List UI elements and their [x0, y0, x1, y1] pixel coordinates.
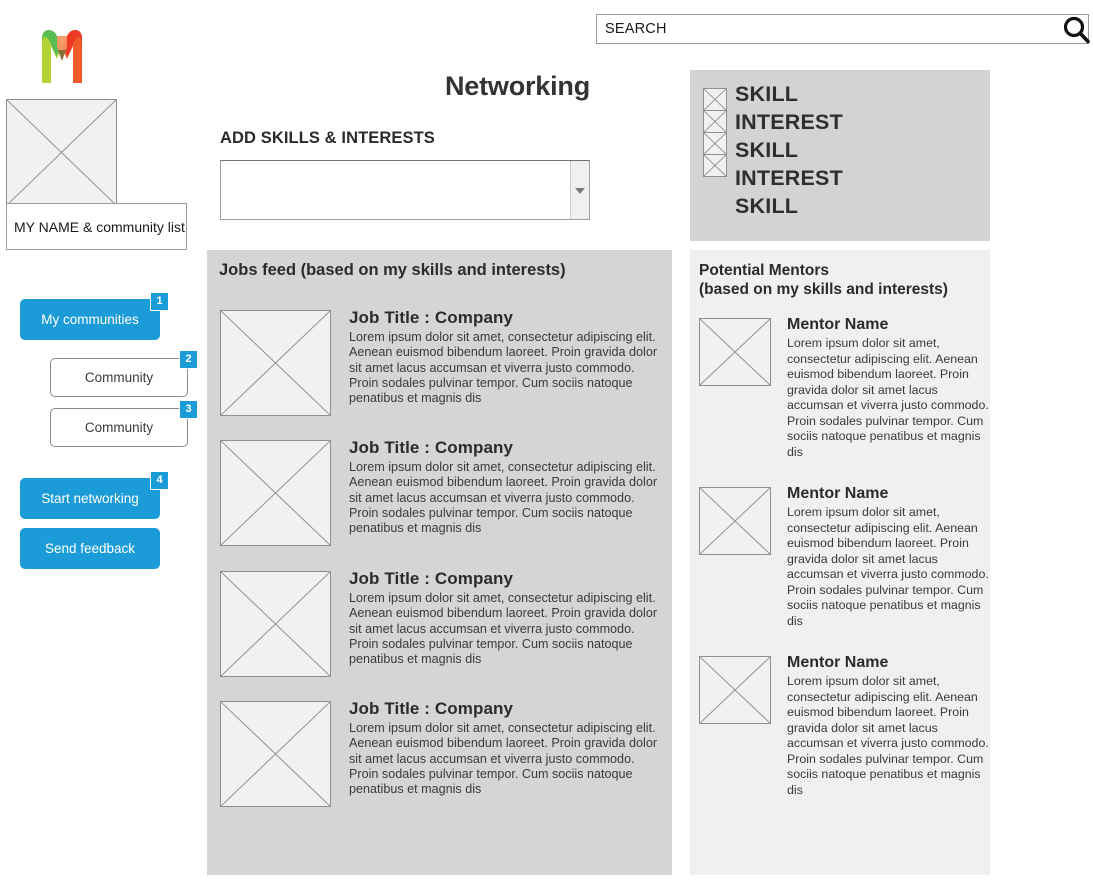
- mentor-thumbnail: [699, 318, 771, 386]
- job-title: Job Title : Company: [349, 699, 514, 718]
- search-icon[interactable]: [1060, 14, 1092, 44]
- job-title: Job Title : Company: [349, 308, 514, 327]
- skill-checkbox-group[interactable]: [703, 88, 727, 177]
- my-name-label: MY NAME & community list: [14, 219, 185, 235]
- jobs-feed-panel: Jobs feed (based on my skills and intere…: [207, 250, 672, 875]
- checkbox-x-icon[interactable]: [703, 132, 727, 155]
- mentor-name: Mentor Name: [787, 316, 889, 333]
- mentor-text: Mentor Name Lorem ipsum dolor sit amet, …: [787, 316, 989, 460]
- mentor-thumbnail: [699, 487, 771, 555]
- skill-list: SKILL INTEREST SKILL INTEREST SKILL: [735, 80, 843, 220]
- job-description: Lorem ipsum dolor sit amet, consectetur …: [349, 460, 658, 536]
- my-name-community-list: MY NAME & community list: [6, 203, 187, 250]
- job-description: Lorem ipsum dolor sit amet, consectetur …: [349, 721, 658, 797]
- checkbox-x-icon[interactable]: [703, 88, 727, 111]
- mentor-description: Lorem ipsum dolor sit amet, consectetur …: [787, 505, 989, 628]
- mentor-name: Mentor Name: [787, 485, 889, 502]
- mentor-thumbnail: [699, 656, 771, 724]
- image-placeholder-icon: [221, 572, 330, 676]
- skill-item: INTEREST: [735, 110, 843, 134]
- skill-item: SKILL: [735, 82, 799, 106]
- image-placeholder-icon: [221, 702, 330, 806]
- checkbox-x-icon[interactable]: [703, 154, 727, 177]
- mentors-title-line1: Potential Mentors: [699, 262, 830, 279]
- mentors-title-line2: (based on my skills and interests): [699, 281, 948, 298]
- skill-item: SKILL: [735, 194, 799, 218]
- job-thumbnail: [220, 310, 331, 416]
- job-description: Lorem ipsum dolor sit amet, consectetur …: [349, 591, 658, 667]
- image-placeholder-icon: [221, 441, 330, 545]
- start-networking-label: Start networking: [41, 491, 139, 506]
- job-text: Job Title : Company Lorem ipsum dolor si…: [349, 308, 661, 406]
- job-title: Job Title : Company: [349, 569, 514, 588]
- community-label-1: Community: [84, 370, 154, 385]
- image-placeholder-icon: [700, 657, 770, 723]
- job-text: Job Title : Company Lorem ipsum dolor si…: [349, 569, 661, 667]
- mentor-description: Lorem ipsum dolor sit amet, consectetur …: [787, 674, 989, 797]
- search-input-value: SEARCH: [605, 21, 667, 37]
- page-title: Networking: [445, 71, 591, 101]
- mentor-text: Mentor Name Lorem ipsum dolor sit amet, …: [787, 654, 989, 798]
- my-communities-label: My communities: [41, 312, 139, 327]
- add-skills-select[interactable]: [220, 160, 590, 220]
- send-feedback-button[interactable]: Send feedback: [20, 528, 160, 569]
- potential-mentors-panel: Potential Mentors (based on my skills an…: [690, 250, 990, 875]
- image-placeholder-icon: [700, 488, 770, 554]
- my-communities-button[interactable]: My communities: [20, 299, 160, 340]
- community-button-2[interactable]: Community: [50, 408, 188, 447]
- badge-4: 4: [150, 471, 169, 490]
- mentor-name: Mentor Name: [787, 654, 889, 671]
- send-feedback-label: Send feedback: [44, 541, 136, 556]
- skill-item: SKILL: [735, 138, 799, 162]
- job-thumbnail: [220, 571, 331, 677]
- image-placeholder-icon: [221, 311, 330, 415]
- image-placeholder-icon: [700, 319, 770, 385]
- badge-1: 1: [150, 292, 169, 311]
- chevron-down-icon[interactable]: [575, 188, 585, 194]
- community-label-2: Community: [84, 420, 154, 435]
- start-networking-button[interactable]: Start networking: [20, 478, 160, 519]
- selected-skills-panel: SKILL INTEREST SKILL INTEREST SKILL: [690, 70, 990, 241]
- networking-wireframe-page: SEARCH MY NAME & community list My commu…: [0, 0, 1093, 880]
- job-thumbnail: [220, 440, 331, 546]
- mentors-title: Potential Mentors (based on my skills an…: [699, 261, 948, 299]
- job-text: Job Title : Company Lorem ipsum dolor si…: [349, 438, 661, 536]
- community-button-1[interactable]: Community: [50, 358, 188, 397]
- job-title: Job Title : Company: [349, 438, 514, 457]
- badge-3: 3: [179, 400, 198, 419]
- skill-item: INTEREST: [735, 166, 843, 190]
- image-placeholder-icon: [7, 100, 116, 205]
- mentor-description: Lorem ipsum dolor sit amet, consectetur …: [787, 336, 989, 459]
- checkbox-x-icon[interactable]: [703, 110, 727, 133]
- job-thumbnail: [220, 701, 331, 807]
- jobs-feed-title: Jobs feed (based on my skills and intere…: [219, 261, 566, 279]
- search-bar[interactable]: SEARCH: [596, 14, 1093, 44]
- job-description: Lorem ipsum dolor sit amet, consectetur …: [349, 330, 658, 406]
- search-input[interactable]: SEARCH: [596, 14, 1089, 44]
- job-text: Job Title : Company Lorem ipsum dolor si…: [349, 699, 661, 797]
- m-logo-icon: [42, 30, 82, 83]
- mentor-text: Mentor Name Lorem ipsum dolor sit amet, …: [787, 485, 989, 629]
- add-skills-label: ADD SKILLS & INTERESTS: [220, 129, 435, 147]
- avatar: [6, 99, 117, 206]
- badge-2: 2: [179, 350, 198, 369]
